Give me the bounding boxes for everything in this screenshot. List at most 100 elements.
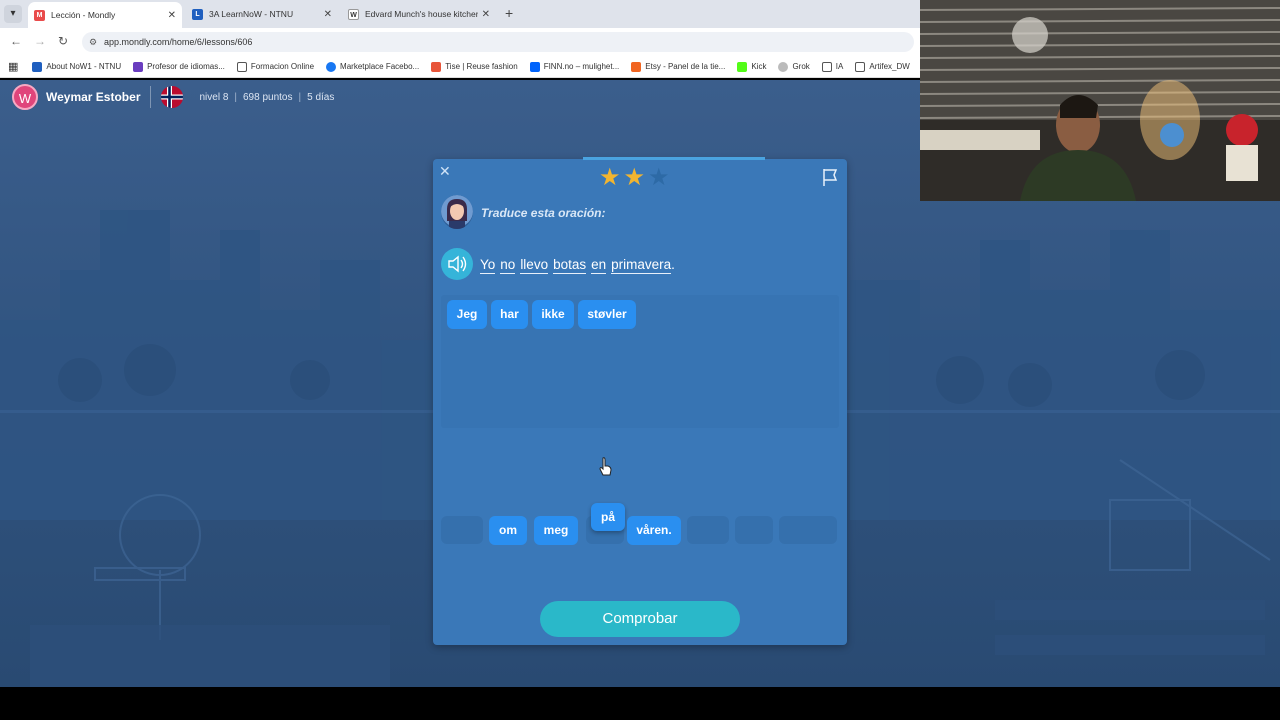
divider: | [298,91,302,103]
sentence-punctuation: . [671,257,675,272]
bookmark-item[interactable]: Grok [778,61,810,72]
lesson-card: ✕ ★ ★ ★ Traduce esta oración: Yo no llev… [433,157,847,645]
star-filled-icon: ★ [623,164,646,191]
word-bank-chip[interactable]: om [489,516,527,545]
tab-edvard-munch[interactable]: W Edvard Munch's house kitchen ✕ [342,2,496,26]
divider: | [234,91,237,103]
star-empty-icon: ★ [648,164,670,191]
tutor-portrait-icon [441,195,473,229]
browser-tabstrip: ▾ M Lección - Mondly ✕ L 3A LearnNoW - N… [0,0,920,28]
word-bank-empty-slot [687,516,729,544]
norway-flag-icon[interactable] [161,86,184,108]
url-text: app.mondly.com/home/6/lessons/606 [104,37,253,47]
kick-icon [737,61,748,72]
bookmark-favicon-icon [431,61,442,72]
word-bank-empty-slot [735,516,773,544]
avatar[interactable]: W [12,84,38,110]
bookmark-item[interactable]: IA [821,61,844,72]
close-icon[interactable]: ✕ [439,163,451,180]
address-bar-row: ← → ↻ ⚙ app.mondly.com/home/6/lessons/60… [0,28,920,56]
divider [150,86,152,108]
report-flag-icon[interactable] [821,167,839,187]
source-sentence: Yo no llevo botas en primavera . [480,256,680,274]
sentence-word[interactable]: botas [553,256,587,274]
bookmark-label: Profesor de idiomas... [147,62,225,71]
tutor-avatar [441,195,473,229]
bookmark-item[interactable]: FINN.no – mulighet... [529,61,619,72]
bookmark-item[interactable]: About NoW1 - NTNU [32,61,122,72]
bookmark-item[interactable]: Kick [737,61,767,72]
word-bank-empty-slot [441,516,483,544]
close-tab-icon[interactable]: ✕ [168,10,176,21]
grok-icon [778,61,789,72]
rating-stars: ★ ★ ★ [599,165,673,191]
webcam-video-feed [920,0,1280,201]
check-button[interactable]: Comprobar [540,601,740,637]
etsy-icon [631,61,642,72]
folder-icon [821,61,832,72]
reload-icon[interactable]: ↻ [58,34,68,48]
user-stats: nivel 8 | 698 puntos | 5 días [199,92,334,103]
webcam-overlay [920,0,1280,201]
close-tab-icon[interactable]: ✕ [324,9,332,20]
sentence-word[interactable]: llevo [520,256,549,274]
answer-chip[interactable]: Jeg [447,300,487,329]
word-bank-chip[interactable]: meg [534,516,578,545]
bookmark-label: IA [835,62,844,71]
sentence-word[interactable]: primavera [611,256,672,274]
bookmark-item[interactable]: Etsy - Panel de la tie... [631,61,725,72]
bookmark-item[interactable]: Profesor de idiomas... [133,61,225,72]
points-text: 698 puntos [243,91,293,103]
bookmark-item[interactable]: Marketplace Facebo... [326,61,420,72]
tab-title: 3A LearnNoW - NTNU [209,9,294,19]
norway-flag-graphic [161,86,184,108]
wikipedia-favicon-icon: W [348,8,359,20]
answer-chip[interactable]: støvler [578,300,636,329]
close-tab-icon[interactable]: ✕ [482,9,490,20]
star-filled-icon: ★ [599,164,621,191]
instruction-text: Traduce esta oración: [481,206,606,220]
sentence-word[interactable]: en [591,256,607,274]
word-bank-chip-dragging[interactable]: på [591,503,625,531]
bottom-black-bar [0,687,1280,720]
tab-leccion-mondly[interactable]: M Lección - Mondly ✕ [28,2,182,28]
answer-chip[interactable]: har [491,300,528,329]
speaker-icon [448,255,467,273]
bookmark-label: Marketplace Facebo... [340,62,420,71]
sentence-word[interactable]: no [500,256,516,274]
sentence-word[interactable]: Yo [480,256,496,274]
bookmark-favicon-icon [32,61,43,72]
bookmark-label: Kick [751,62,767,71]
hand-cursor-icon [599,457,612,476]
bookmark-favicon-icon [133,61,144,72]
forward-arrow-icon[interactable]: → [34,34,46,48]
answer-chip[interactable]: ikke [532,300,574,329]
audio-button[interactable] [441,248,473,280]
bookmark-item[interactable]: Formacion Online [236,61,315,72]
bookmarks-bar: ▦ About NoW1 - NTNU Profesor de idiomas.… [0,56,920,78]
tab-title: Edvard Munch's house kitchen [365,9,478,19]
user-name[interactable]: Weymar Estober [46,90,140,104]
progress-bar [583,157,765,160]
bookmark-label: Tise | Reuse fashion [445,62,518,71]
mondly-favicon-icon: M [34,9,45,21]
bookmark-item[interactable]: Artifex_DW [855,61,910,72]
word-bank-chip[interactable]: våren. [627,516,681,545]
tab-learnnow[interactable]: L 3A LearnNoW - NTNU ✕ [186,2,338,26]
level-text: nivel 8 [199,91,229,103]
new-tab-icon[interactable]: + [505,5,513,21]
user-status-bar: W Weymar Estober nivel 8 | 698 puntos | … [12,84,334,110]
facebook-icon [326,61,337,72]
answer-area[interactable]: Jeg har ikke støvler [441,295,839,428]
back-arrow-icon[interactable]: ← [10,34,22,48]
folder-icon [855,61,866,72]
site-info-icon[interactable]: ⚙ [89,32,97,52]
tab-title: Lección - Mondly [51,10,116,20]
bookmark-label: About NoW1 - NTNU [46,62,122,71]
bookmark-label: Formacion Online [250,62,315,71]
apps-grid-icon[interactable]: ▦ [8,60,18,73]
url-input[interactable]: ⚙ app.mondly.com/home/6/lessons/606 [82,32,914,52]
tab-search-icon[interactable]: ▾ [4,5,22,23]
bookmark-label: Artifex_DW [869,62,910,71]
bookmark-item[interactable]: Tise | Reuse fashion [431,61,518,72]
